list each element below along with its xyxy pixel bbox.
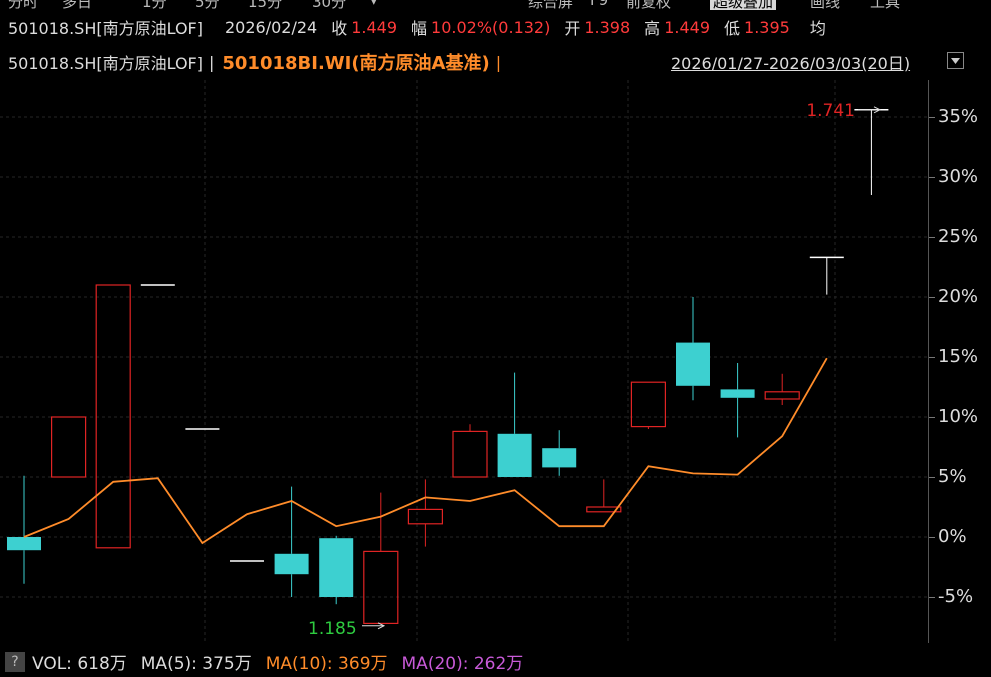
close-value: 1.449: [351, 17, 398, 37]
more-periods-dropdown[interactable]: ▾: [370, 0, 378, 9]
overlay-separator: |: [495, 52, 502, 72]
kline-svg: 1.741 1.185: [0, 80, 928, 643]
candle-body: [50, 416, 87, 478]
change-value: 10.02%(0.132): [431, 17, 551, 37]
candle-body: [676, 342, 710, 386]
composite-screen-button[interactable]: 综合屏: [528, 0, 573, 10]
candle-body: [363, 550, 399, 624]
low-label: 低: [724, 19, 741, 38]
f9-button[interactable]: F9: [590, 0, 608, 9]
close-label: 收: [331, 19, 348, 38]
tab-multiday[interactable]: 多日: [62, 0, 92, 10]
ma10-value: MA(10): 369万: [265, 653, 388, 674]
y-tick-label: 15%: [938, 346, 979, 367]
change-label: 幅: [411, 19, 428, 38]
candle-body: [542, 448, 577, 468]
candle-body: [497, 433, 532, 477]
overlay-legend: 501018.SH[南方原油LOF] | 501018BI.WI(南方原油A基准…: [0, 46, 991, 78]
tab-5min[interactable]: 5分: [195, 0, 220, 10]
forward-adjust-button[interactable]: 前复权: [626, 0, 671, 10]
range-dropdown[interactable]: [947, 52, 964, 69]
y-axis-line: [928, 80, 929, 643]
chevron-down-icon: [951, 58, 960, 64]
y-tick: [929, 177, 935, 178]
y-tick: [929, 357, 935, 358]
max-price-label: 1.741: [806, 101, 855, 121]
high-label: 高: [644, 19, 661, 38]
y-tick-label: 20%: [938, 286, 979, 307]
open-label: 开: [564, 19, 581, 38]
candle-body: [764, 391, 800, 400]
overlay-benchmark[interactable]: 501018BI.WI(南方原油A基准): [222, 49, 489, 75]
candle-body: [407, 508, 443, 525]
ma5-value: MA(5): 375万: [140, 653, 252, 674]
vol-value: VOL: 618万: [32, 653, 127, 674]
overlay-primary: 501018.SH[南方原油LOF]: [8, 54, 203, 73]
low-value: 1.395: [744, 17, 790, 37]
candle-body: [452, 430, 488, 478]
y-tick-label: 10%: [938, 406, 979, 427]
tab-1min[interactable]: 1分: [142, 0, 167, 10]
quote-symbol: 501018.SH[南方原油LOF]: [8, 19, 203, 38]
y-tick: [929, 297, 935, 298]
period-toolbar: 分时 多日 1分 5分 15分 30分 ▾ 综合屏 F9 前复权 超级叠加 画线…: [0, 0, 991, 10]
high-value: 1.449: [664, 17, 710, 37]
y-tick-label: 30%: [938, 166, 979, 187]
overlay-separator: |: [208, 52, 215, 72]
tab-30min[interactable]: 30分: [312, 0, 346, 10]
y-tick-label: 25%: [938, 226, 979, 247]
min-price-label: 1.185: [308, 619, 357, 639]
tab-intraday[interactable]: 分时: [8, 0, 38, 10]
y-tick: [929, 537, 935, 538]
date-range[interactable]: 2026/01/27-2026/03/03(20日): [671, 50, 910, 74]
open-value: 1.398: [584, 17, 631, 37]
ma20-value: MA(20): 262万: [401, 653, 524, 674]
candle-body: [7, 537, 41, 551]
benchmark-line: [23, 357, 828, 545]
candle-body: [319, 538, 354, 597]
quote-bar: 501018.SH[南方原油LOF] 2026/02/24 收 1.449 幅 …: [0, 10, 991, 44]
candle-body: [720, 389, 755, 398]
help-button[interactable]: ?: [5, 652, 25, 672]
y-tick: [929, 597, 935, 598]
y-tick: [929, 417, 935, 418]
candle-body: [274, 553, 309, 575]
draw-line-button[interactable]: 画线: [810, 0, 840, 10]
y-tick: [929, 117, 935, 118]
tab-15min[interactable]: 15分: [248, 0, 282, 10]
candle-body: [95, 284, 131, 549]
avg-label: 均: [809, 19, 826, 38]
y-tick-label: -5%: [938, 586, 974, 607]
quote-date: 2026/02/24: [224, 17, 318, 37]
y-tick-label: 35%: [938, 106, 979, 127]
y-tick-label: 0%: [938, 526, 967, 547]
super-overlay-button[interactable]: 超级叠加: [710, 0, 777, 10]
candle-body: [630, 381, 667, 428]
kline-chart[interactable]: 1.741 1.185: [0, 80, 928, 643]
y-tick-label: 5%: [938, 466, 967, 487]
y-tick: [929, 237, 935, 238]
volume-indicator-bar: ? VOL: 618万 MA(5): 375万 MA(10): 369万 MA(…: [0, 645, 991, 677]
tools-button[interactable]: 工具: [870, 0, 900, 10]
y-tick: [929, 477, 935, 478]
